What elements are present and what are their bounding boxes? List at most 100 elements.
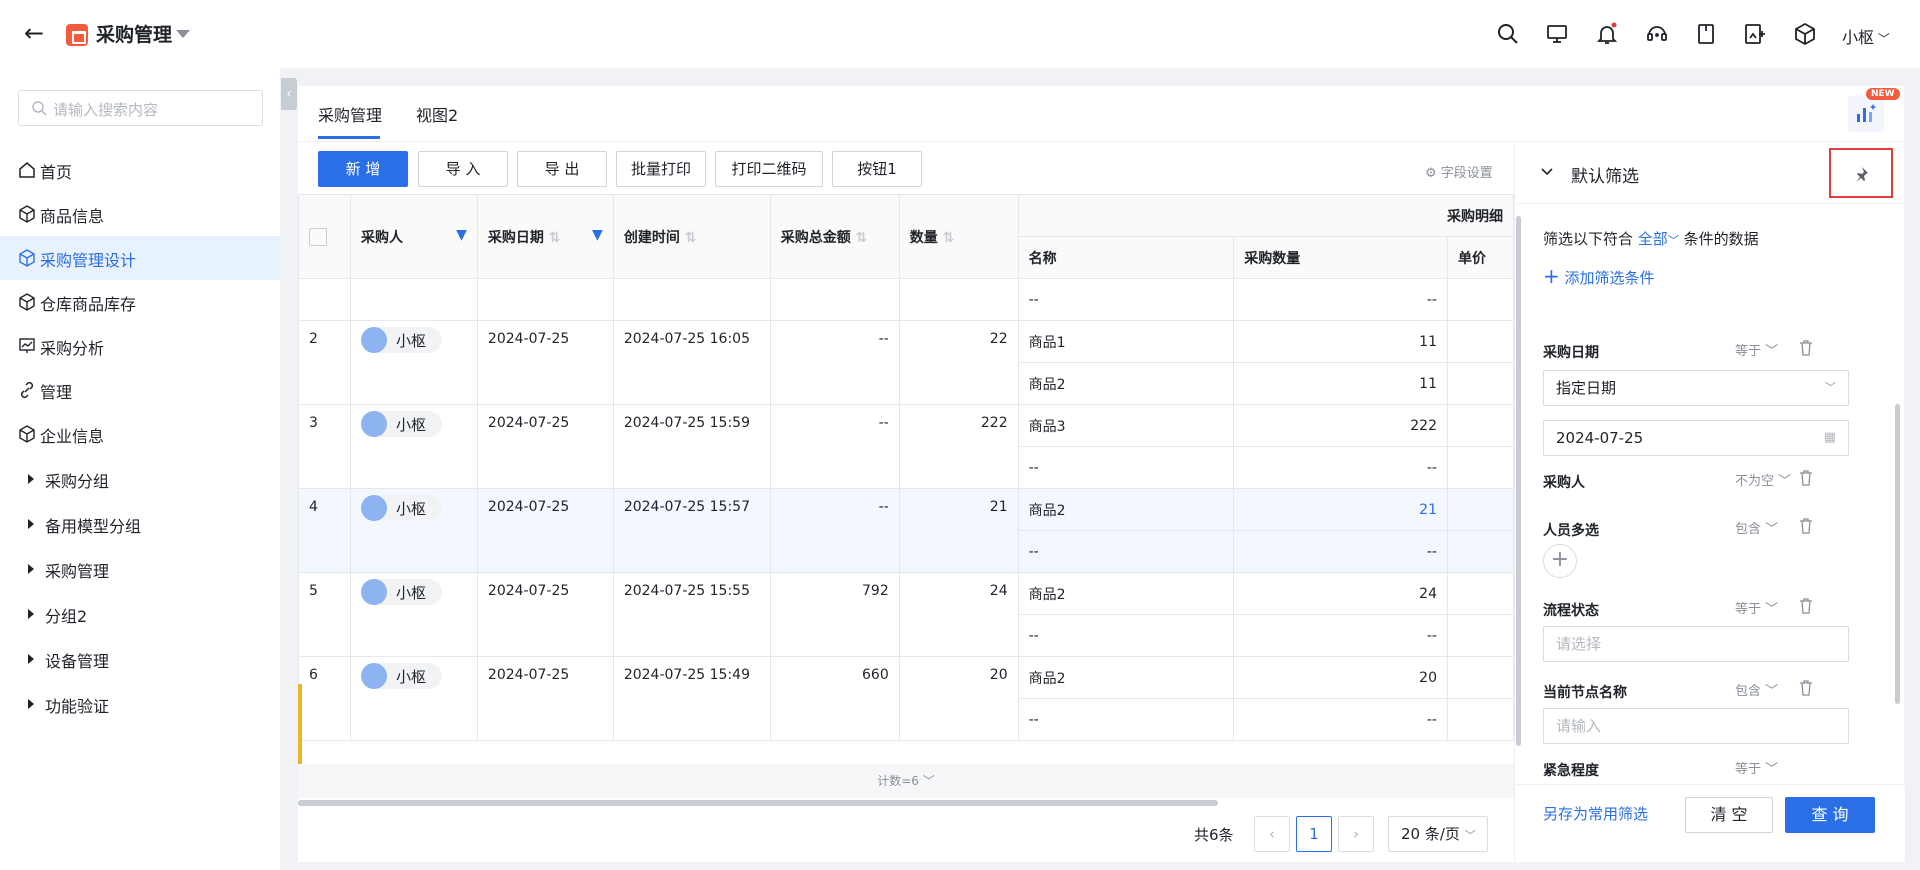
sidebar-item-home[interactable]: 首页: [0, 148, 280, 192]
table-row[interactable]: 2 小枢 2024-07-25 2024-07-25 16:05 -- 22 商…: [298, 320, 1514, 405]
table-row[interactable]: 6 小枢 2024-07-25 2024-07-25 15:49 660 20 …: [298, 656, 1514, 741]
trash-icon[interactable]: [1799, 518, 1813, 534]
condition-operator-select[interactable]: 等于 ﹀: [1735, 598, 1778, 617]
add-button[interactable]: 新 增: [318, 151, 408, 187]
filter-icon[interactable]: ▼: [456, 227, 467, 243]
filter-panel-scrollbar[interactable]: [1895, 404, 1900, 704]
header-amount[interactable]: 采购总金额 ⇅: [769, 194, 900, 279]
cell-buyer[interactable]: 小枢: [349, 656, 478, 741]
app-switch-caret-icon[interactable]: [176, 30, 190, 38]
select-all-header[interactable]: [298, 194, 351, 279]
sort-icon[interactable]: ⇅: [549, 230, 561, 246]
chevron-down-icon[interactable]: [1541, 166, 1553, 178]
button1[interactable]: 按钮1: [832, 151, 922, 187]
print-qrcode-button[interactable]: 打印二维码: [715, 151, 823, 187]
header-unit-price: 单价: [1446, 236, 1514, 279]
sidebar-item-product-info[interactable]: 商品信息: [0, 192, 280, 236]
sidebar-item-procurement-design[interactable]: 采购管理设计: [0, 236, 280, 280]
condition-operator-select[interactable]: 包含 ﹀: [1735, 680, 1778, 699]
sidebar-group-procurement-mgmt[interactable]: 采购管理: [0, 547, 280, 591]
save-common-filter-link[interactable]: 另存为常用筛选: [1543, 803, 1648, 824]
pager-page-1[interactable]: 1: [1296, 816, 1332, 852]
cell-buyer[interactable]: 小枢: [349, 488, 478, 573]
import-button[interactable]: 导 入: [418, 151, 508, 187]
condition-operator-select[interactable]: 等于 ﹀: [1735, 340, 1778, 359]
filter-icon[interactable]: ▼: [592, 227, 603, 243]
cell-detail-qty[interactable]: 21: [1233, 488, 1448, 531]
chevron-down-icon: ﹀: [1464, 829, 1476, 842]
date-input[interactable]: 2024-07-25 ▦: [1543, 420, 1849, 456]
sidebar-item-management[interactable]: 管理: [0, 368, 280, 412]
monitor-icon[interactable]: [1545, 22, 1569, 46]
tab-view2[interactable]: 视图2: [416, 102, 458, 126]
pager-prev-button[interactable]: ‹: [1254, 816, 1290, 852]
header-date[interactable]: 采购日期 ⇅ ▼: [476, 194, 614, 279]
search-icon[interactable]: [1496, 22, 1520, 46]
cell-buyer[interactable]: 小枢: [349, 404, 478, 489]
app-title[interactable]: 采购管理: [96, 20, 172, 47]
trash-icon[interactable]: [1799, 340, 1813, 356]
select-all-checkbox[interactable]: [309, 227, 327, 246]
cell-qty: 20: [898, 656, 1019, 741]
header-qty[interactable]: 数量 ⇅: [898, 194, 1019, 279]
sidebar-group-group2[interactable]: 分组2: [0, 592, 280, 636]
header-created[interactable]: 创建时间 ⇅: [612, 194, 771, 279]
clear-button[interactable]: 清 空: [1685, 797, 1773, 833]
add-image-icon[interactable]: [1743, 22, 1767, 46]
pin-button[interactable]: [1829, 148, 1893, 198]
add-person-button[interactable]: +: [1543, 544, 1577, 578]
cell-detail-qty: --: [1233, 698, 1448, 741]
sort-icon[interactable]: ⇅: [943, 230, 955, 246]
field-settings-link[interactable]: ⚙ 字段设置: [1425, 162, 1493, 181]
filter-title[interactable]: 默认筛选: [1571, 162, 1639, 187]
avatar: [360, 411, 387, 437]
add-condition-button[interactable]: + 添加筛选条件: [1543, 264, 1655, 288]
count-summary[interactable]: 计数=6 ﹀: [298, 764, 1514, 798]
match-suffix: 条件的数据: [1683, 230, 1759, 248]
support-headset-icon[interactable]: [1645, 22, 1669, 46]
user-menu[interactable]: 小枢 ﹀: [1842, 24, 1890, 48]
cell-buyer[interactable]: 小枢: [349, 572, 478, 657]
table-row[interactable]: -- --: [298, 278, 1514, 321]
node-name-input[interactable]: 请输入: [1543, 708, 1849, 744]
header-buyer[interactable]: 采购人 ▼: [349, 194, 478, 279]
sidebar-group-procurement[interactable]: 采购分组: [0, 457, 280, 501]
caret-right-icon: [28, 564, 34, 574]
box-cube-icon[interactable]: [1793, 22, 1817, 46]
trash-icon[interactable]: [1799, 598, 1813, 614]
query-button[interactable]: 查 询: [1785, 797, 1875, 833]
pin-icon: [1856, 167, 1868, 182]
table-row[interactable]: 3 小枢 2024-07-25 2024-07-25 15:59 -- 222 …: [298, 404, 1514, 489]
page-size-select[interactable]: 20 条/页 ﹀: [1388, 816, 1488, 852]
sidebar-item-warehouse-stock[interactable]: 仓库商品库存: [0, 280, 280, 324]
trash-icon[interactable]: [1799, 680, 1813, 696]
tab-procurement[interactable]: 采购管理: [318, 102, 382, 139]
sidebar-group-function-verify[interactable]: 功能验证: [0, 682, 280, 726]
notification-bell-icon[interactable]: [1595, 22, 1619, 46]
sidebar-search-input[interactable]: 请输入搜索内容: [18, 90, 263, 126]
table-row[interactable]: 4 小枢 2024-07-25 2024-07-25 15:57 -- 21 商…: [298, 488, 1514, 573]
match-mode-select[interactable]: 全部﹀: [1638, 230, 1679, 248]
sort-icon[interactable]: ⇅: [856, 230, 868, 246]
condition-operator-select[interactable]: 包含 ﹀: [1735, 518, 1778, 537]
sidebar-item-company-info[interactable]: 企业信息: [0, 412, 280, 456]
back-arrow-icon[interactable]: ←: [24, 21, 50, 46]
pager-next-button[interactable]: ›: [1338, 816, 1374, 852]
analytics-chart-icon[interactable]: [1848, 96, 1884, 132]
table-row[interactable]: 5 小枢 2024-07-25 2024-07-25 15:55 792 24 …: [298, 572, 1514, 657]
condition-operator-select[interactable]: 等于 ﹀: [1735, 758, 1778, 777]
date-mode-select[interactable]: 指定日期 ﹀: [1543, 370, 1849, 406]
condition-operator-select[interactable]: 不为空 ﹀: [1735, 470, 1791, 489]
sidebar-item-procurement-analysis[interactable]: 采购分析: [0, 324, 280, 368]
sidebar-group-device-mgmt[interactable]: 设备管理: [0, 637, 280, 681]
flow-status-select[interactable]: 请选择: [1543, 626, 1849, 662]
document-icon[interactable]: [1694, 22, 1718, 46]
export-button[interactable]: 导 出: [517, 151, 607, 187]
trash-icon[interactable]: [1799, 470, 1813, 486]
cell-buyer[interactable]: 小枢: [349, 320, 478, 405]
table-horizontal-scrollbar[interactable]: [298, 800, 1218, 806]
sidebar-group-backup-model[interactable]: 备用模型分组: [0, 502, 280, 546]
sort-icon[interactable]: ⇅: [685, 230, 697, 246]
sidebar-collapse-button[interactable]: ‹: [281, 78, 297, 110]
batch-print-button[interactable]: 批量打印: [616, 151, 706, 187]
